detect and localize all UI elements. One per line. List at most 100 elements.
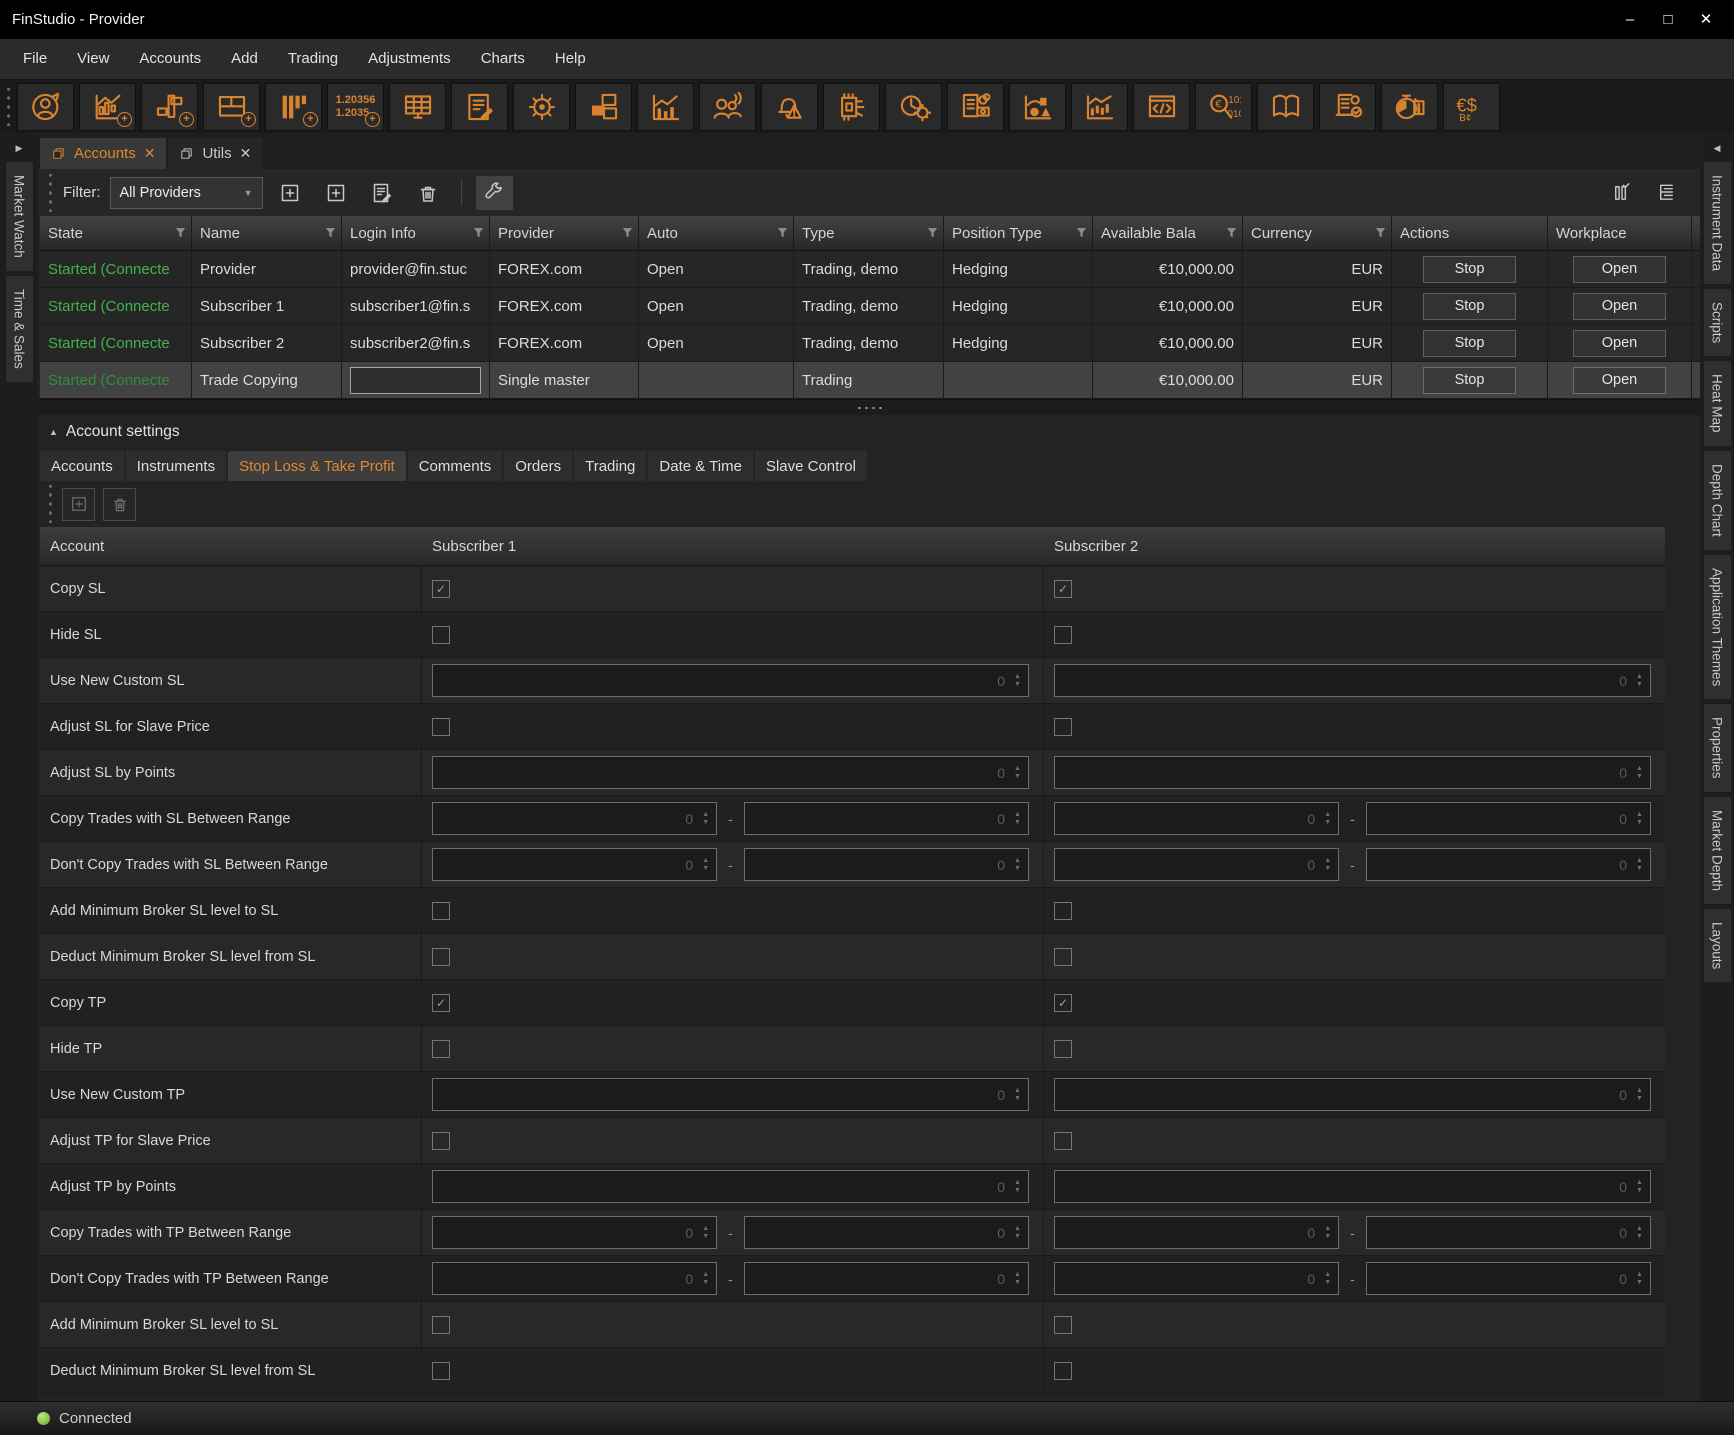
spinner-arrows[interactable]: ▲▼ xyxy=(1632,1087,1650,1103)
spinner-arrows[interactable]: ▲▼ xyxy=(1632,1271,1650,1287)
filterbar-drag-handle[interactable] xyxy=(47,174,54,212)
don-t-copy-trades-with-sl-between-range-sub1-max-input[interactable]: 0▲▼ xyxy=(744,848,1029,881)
column-header-currency[interactable]: Currency xyxy=(1243,216,1392,250)
copy-sl-sub1-checkbox[interactable]: ✓ xyxy=(432,580,450,598)
column-header-available-bala[interactable]: Available Bala xyxy=(1093,216,1243,250)
settings-tab-trading[interactable]: Trading xyxy=(574,451,646,481)
account-row-provider[interactable]: Started (ConnecteProviderprovider@fin.st… xyxy=(40,251,1700,288)
settings-gear-button[interactable] xyxy=(513,83,570,131)
column-header-login-info[interactable]: Login Info xyxy=(342,216,490,250)
add-quote-board-button[interactable]: 1.203561.2035+ xyxy=(327,83,384,131)
analytics-shapes-button[interactable] xyxy=(1009,83,1066,131)
filter-funnel-icon[interactable] xyxy=(1074,225,1089,240)
account-row-trade-copying[interactable]: Started (ConnecteTrade CopyingSingle mas… xyxy=(40,362,1700,399)
spinner-up-icon[interactable]: ▲ xyxy=(1636,1087,1643,1095)
hide-tp-sub1-checkbox[interactable] xyxy=(432,1040,450,1058)
spinner-arrows[interactable]: ▲▼ xyxy=(1320,1271,1338,1287)
use-new-custom-sl-sub1-input[interactable]: 0▲▼ xyxy=(432,664,1029,697)
spinner-down-icon[interactable]: ▼ xyxy=(1636,819,1643,827)
candlestick-trend-button[interactable] xyxy=(1071,83,1128,131)
sidebar-tab-application-themes[interactable]: Application Themes xyxy=(1704,555,1731,699)
don-t-copy-trades-with-tp-between-range-sub1-min-input[interactable]: 0▲▼ xyxy=(432,1262,717,1295)
hide-sl-sub2-checkbox[interactable] xyxy=(1054,626,1072,644)
spinner-down-icon[interactable]: ▼ xyxy=(1014,1187,1021,1195)
sidebar-tab-scripts[interactable]: Scripts xyxy=(1704,289,1731,356)
spinner-arrows[interactable]: ▲▼ xyxy=(698,1225,716,1241)
stop-button[interactable]: Stop xyxy=(1423,330,1516,357)
settings-tab-stop-loss-take-profit[interactable]: Stop Loss & Take Profit xyxy=(228,451,406,481)
spinner-up-icon[interactable]: ▲ xyxy=(702,857,709,865)
copy-tp-sub1-checkbox[interactable]: ✓ xyxy=(432,994,450,1012)
alerts-bell-button[interactable] xyxy=(761,83,818,131)
spinner-up-icon[interactable]: ▲ xyxy=(1014,1225,1021,1233)
data-search-button[interactable]: €101010 xyxy=(1195,83,1252,131)
sidebar-tab-properties[interactable]: Properties xyxy=(1704,704,1731,792)
spinner-up-icon[interactable]: ▲ xyxy=(1014,1271,1021,1279)
spinner-down-icon[interactable]: ▼ xyxy=(1014,1095,1021,1103)
use-new-custom-sl-sub2-input[interactable]: 0▲▼ xyxy=(1054,664,1651,697)
adjust-tp-by-points-sub1-input[interactable]: 0▲▼ xyxy=(432,1170,1029,1203)
spinner-arrows[interactable]: ▲▼ xyxy=(1010,811,1028,827)
spinner-up-icon[interactable]: ▲ xyxy=(702,1225,709,1233)
spinner-arrows[interactable]: ▲▼ xyxy=(1320,1225,1338,1241)
deduct-minimum-broker-sl-level-from-sl-sub1-checkbox[interactable] xyxy=(432,1362,450,1380)
column-header-position-type[interactable]: Position Type xyxy=(944,216,1093,250)
spinner-up-icon[interactable]: ▲ xyxy=(1636,857,1643,865)
settings-tab-orders[interactable]: Orders xyxy=(504,451,572,481)
sidebar-tab-time-sales[interactable]: Time & Sales xyxy=(6,276,33,382)
adjust-tp-for-slave-price-sub2-checkbox[interactable] xyxy=(1054,1132,1072,1150)
column-chooser-button[interactable] xyxy=(1607,176,1635,210)
don-t-copy-trades-with-tp-between-range-sub2-max-input[interactable]: 0▲▼ xyxy=(1366,1262,1651,1295)
menu-item-adjustments[interactable]: Adjustments xyxy=(353,39,466,79)
spinner-arrows[interactable]: ▲▼ xyxy=(1010,673,1028,689)
column-header-type[interactable]: Type xyxy=(794,216,944,250)
sidebar-tab-market-depth[interactable]: Market Depth xyxy=(1704,797,1731,904)
spinner-down-icon[interactable]: ▼ xyxy=(702,865,709,873)
filter-funnel-icon[interactable] xyxy=(323,225,338,240)
spinner-arrows[interactable]: ▲▼ xyxy=(1632,1179,1650,1195)
open-button[interactable]: Open xyxy=(1573,293,1666,320)
spinner-arrows[interactable]: ▲▼ xyxy=(1632,857,1650,873)
tab-accounts[interactable]: Accounts✕ xyxy=(40,138,166,169)
settings-toolbar-drag-handle[interactable] xyxy=(47,485,54,523)
spinner-down-icon[interactable]: ▼ xyxy=(1636,681,1643,689)
spinner-up-icon[interactable]: ▲ xyxy=(1014,673,1021,681)
spinner-arrows[interactable]: ▲▼ xyxy=(1010,1179,1028,1195)
deduct-minimum-broker-sl-level-from-sl-sub2-checkbox[interactable] xyxy=(1054,1362,1072,1380)
stop-button[interactable]: Stop xyxy=(1423,293,1516,320)
column-header-state[interactable]: State xyxy=(40,216,192,250)
deduct-minimum-broker-sl-level-from-sl-sub1-checkbox[interactable] xyxy=(432,948,450,966)
spinner-arrows[interactable]: ▲▼ xyxy=(1632,1225,1650,1241)
filter-funnel-icon[interactable] xyxy=(620,225,635,240)
menu-item-add[interactable]: Add xyxy=(216,39,273,79)
add-minimum-broker-sl-level-to-sl-sub2-checkbox[interactable] xyxy=(1054,1316,1072,1334)
adjust-tp-by-points-sub2-input[interactable]: 0▲▼ xyxy=(1054,1170,1651,1203)
sidebar-tab-market-watch[interactable]: Market Watch xyxy=(6,162,33,271)
spinner-down-icon[interactable]: ▼ xyxy=(702,819,709,827)
spinner-arrows[interactable]: ▲▼ xyxy=(698,811,716,827)
don-t-copy-trades-with-sl-between-range-sub2-max-input[interactable]: 0▲▼ xyxy=(1366,848,1651,881)
automation-chip-button[interactable] xyxy=(823,83,880,131)
sidebar-tab-instrument-data[interactable]: Instrument Data xyxy=(1704,162,1731,284)
spinner-down-icon[interactable]: ▼ xyxy=(1324,1279,1331,1287)
spinner-up-icon[interactable]: ▲ xyxy=(1636,1225,1643,1233)
hide-tp-sub2-checkbox[interactable] xyxy=(1054,1040,1072,1058)
sidebar-tab-layouts[interactable]: Layouts xyxy=(1704,909,1731,982)
delete-button[interactable] xyxy=(410,176,447,210)
spinner-arrows[interactable]: ▲▼ xyxy=(1320,857,1338,873)
spinner-down-icon[interactable]: ▼ xyxy=(1324,865,1331,873)
spinner-up-icon[interactable]: ▲ xyxy=(702,1271,709,1279)
chart-mix-button[interactable] xyxy=(637,83,694,131)
copy-sl-sub2-checkbox[interactable]: ✓ xyxy=(1054,580,1072,598)
open-button[interactable]: Open xyxy=(1573,367,1666,394)
menu-item-trading[interactable]: Trading xyxy=(273,39,353,79)
spinner-arrows[interactable]: ▲▼ xyxy=(1010,765,1028,781)
settings-tab-date-time[interactable]: Date & Time xyxy=(648,451,753,481)
edit-note-button[interactable] xyxy=(364,176,401,210)
spinner-down-icon[interactable]: ▼ xyxy=(1636,1279,1643,1287)
spinner-down-icon[interactable]: ▼ xyxy=(702,1279,709,1287)
column-header-provider[interactable]: Provider xyxy=(490,216,639,250)
copy-tp-sub2-checkbox[interactable]: ✓ xyxy=(1054,994,1072,1012)
spinner-down-icon[interactable]: ▼ xyxy=(1014,819,1021,827)
task-list-gear-button[interactable] xyxy=(1319,83,1376,131)
